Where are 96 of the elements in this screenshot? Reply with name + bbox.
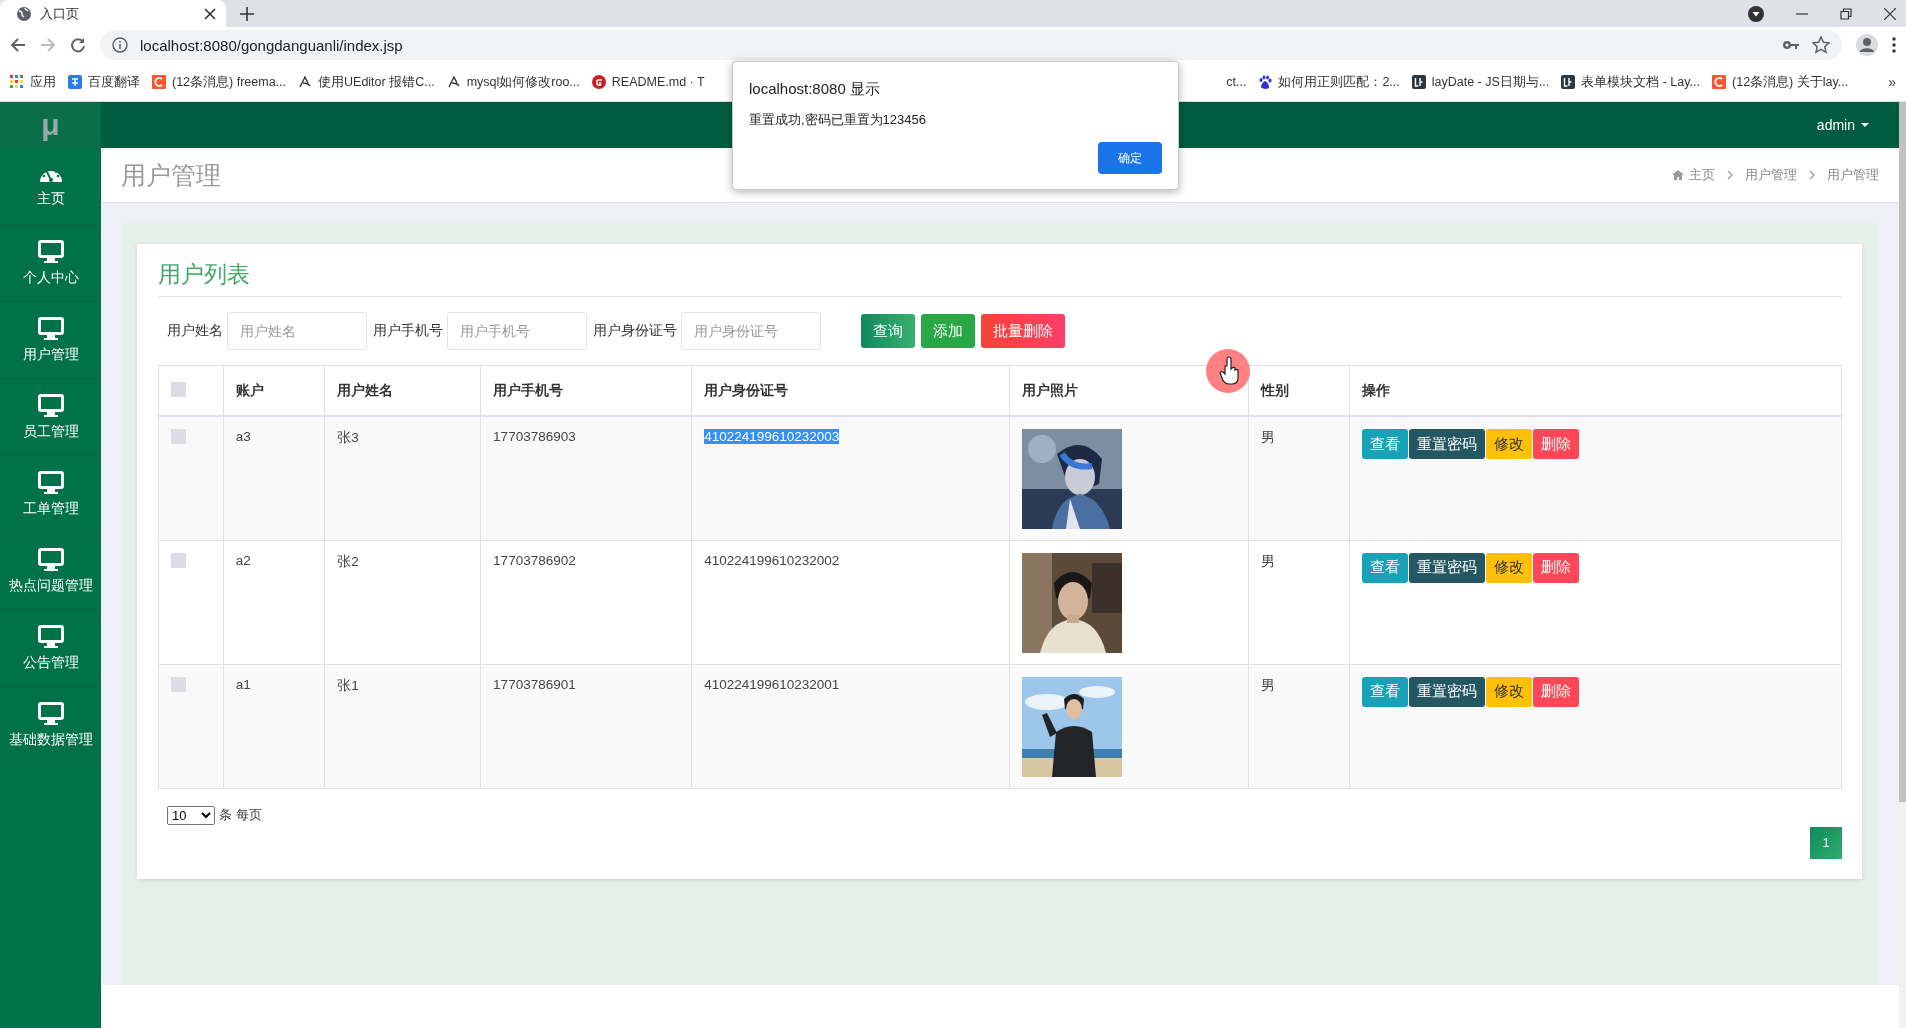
caret-icon xyxy=(1861,123,1869,127)
star-icon[interactable] xyxy=(1812,36,1830,54)
filter-label: 用户身份证号 xyxy=(593,322,677,340)
dialog-message: 重置成功,密码已重置为123456 xyxy=(749,111,927,129)
ok-button[interactable]: 确定 xyxy=(1098,142,1162,174)
translate-icon[interactable] xyxy=(68,75,82,89)
table-cell: 17703786901 xyxy=(480,664,692,788)
logo-icon[interactable] xyxy=(1561,75,1576,89)
monitor-icon xyxy=(37,547,64,571)
letter-c-icon[interactable] xyxy=(152,75,166,89)
grid-icon[interactable] xyxy=(10,75,24,89)
query-button[interactable]: 查询 xyxy=(861,314,915,348)
checkbox[interactable] xyxy=(171,552,186,568)
bookmark-link[interactable]: 应用 xyxy=(30,73,56,91)
swirl-icon[interactable] xyxy=(298,75,313,89)
table-cell: 张2 xyxy=(324,540,481,664)
bookmark-link[interactable]: 百度翻译 xyxy=(88,73,140,91)
close-icon[interactable] xyxy=(204,7,216,20)
checkbox[interactable] xyxy=(171,381,186,397)
cursor-icon xyxy=(1205,348,1251,394)
checkbox[interactable] xyxy=(171,429,186,444)
table-cell: 410224199610232001 xyxy=(704,676,840,692)
monitor-icon xyxy=(37,624,64,648)
table-cell: 男 xyxy=(1248,416,1350,540)
profile-icon[interactable] xyxy=(1856,34,1878,56)
batch-delete-button[interactable]: 批量删除 xyxy=(981,314,1065,348)
page-size-label: 条 每页 xyxy=(219,806,262,824)
bookmark-link[interactable]: (12条消息) 关于lay... xyxy=(1732,73,1849,91)
globe-icon xyxy=(16,5,32,22)
reset-password-button[interactable]: 重置密码 xyxy=(1409,552,1486,583)
filter-label: 用户手机号 xyxy=(373,322,443,340)
checkbox[interactable] xyxy=(171,676,186,692)
table-cell: a2 xyxy=(223,540,325,664)
table-cell: 男 xyxy=(1248,664,1350,788)
table-cell: 张3 xyxy=(324,416,481,540)
reload-icon[interactable] xyxy=(70,37,86,53)
table-cell: a3 xyxy=(223,416,325,540)
bookmark-link[interactable]: (12条消息) freema... xyxy=(172,73,287,91)
edit-button[interactable]: 修改 xyxy=(1486,676,1533,707)
page-size-select[interactable]: 10 xyxy=(167,805,215,825)
dialog-title: localhost:8080 显示 xyxy=(749,80,881,99)
scrollbar[interactable] xyxy=(1899,102,1906,1028)
bookmark-link[interactable]: README.md · T xyxy=(611,75,705,89)
paw-icon[interactable] xyxy=(1258,75,1273,89)
user-menu[interactable]: admin xyxy=(1816,117,1869,133)
filter-label: 用户姓名 xyxy=(167,322,223,340)
reset-password-button[interactable]: 重置密码 xyxy=(1409,429,1486,459)
swirl-icon[interactable] xyxy=(446,75,461,89)
more-bookmarks-button[interactable]: » xyxy=(1888,74,1896,90)
menu-icon[interactable] xyxy=(1892,36,1896,54)
page-title: 用户管理 xyxy=(121,159,221,191)
monitor-icon xyxy=(37,316,64,340)
address-bar[interactable]: localhost:8080/gongdanguanli/index.jsp xyxy=(100,30,1842,60)
table-cell: 17703786903 xyxy=(480,416,692,540)
bookmark-link[interactable]: 表单模块文档 - Lay... xyxy=(1581,73,1701,91)
bookmark-link[interactable]: ct... xyxy=(1226,75,1247,89)
bookmark-link[interactable]: mysql如何修改roo... xyxy=(466,73,580,91)
logo-icon[interactable] xyxy=(1411,75,1426,89)
table-cell: a1 xyxy=(223,664,325,788)
monitor-icon xyxy=(37,470,64,494)
plus-icon[interactable] xyxy=(240,6,254,21)
breadcrumb-item[interactable]: 主页 xyxy=(1672,166,1715,184)
bookmark-link[interactable]: layDate - JS日期与... xyxy=(1431,73,1550,91)
letter-c-icon[interactable] xyxy=(1712,75,1727,89)
breadcrumb-item[interactable]: 用户管理 xyxy=(1827,166,1879,184)
info-icon[interactable] xyxy=(112,37,128,53)
chevron-icon xyxy=(1727,170,1733,180)
edit-button[interactable]: 修改 xyxy=(1486,552,1533,583)
reset-password-button[interactable]: 重置密码 xyxy=(1409,676,1486,707)
selected-text: 410224199610232003 xyxy=(704,429,840,444)
search-field[interactable]: 用户姓名 xyxy=(227,312,367,350)
table-cell: 410224199610232002 xyxy=(704,552,840,568)
close-icon[interactable] xyxy=(1884,7,1896,20)
logo-icon[interactable] xyxy=(591,75,606,89)
edit-button[interactable]: 修改 xyxy=(1486,429,1533,459)
back-icon[interactable] xyxy=(10,37,26,53)
home-icon xyxy=(1672,169,1684,181)
tab-title: 入口页 xyxy=(40,4,80,23)
logo: μ xyxy=(0,102,101,148)
bookmark-link[interactable]: 如何用正则匹配：2... xyxy=(1278,73,1400,91)
breadcrumb-item[interactable]: 用户管理 xyxy=(1745,166,1797,184)
table-cell: 张1 xyxy=(324,664,481,788)
dropdown-icon[interactable] xyxy=(1748,5,1764,22)
monitor-icon xyxy=(37,393,64,417)
search-field[interactable]: 用户手机号 xyxy=(447,312,587,350)
table-cell: 男 xyxy=(1248,540,1350,664)
restore-icon[interactable] xyxy=(1840,7,1852,20)
table-cell: 17703786902 xyxy=(480,540,692,664)
search-field[interactable]: 用户身份证号 xyxy=(681,312,821,350)
card-title: 用户列表 xyxy=(158,244,1842,297)
url-text: localhost:8080/gongdanguanli/index.jsp xyxy=(140,36,403,54)
bookmark-link[interactable]: 使用UEditor 报错C... xyxy=(318,73,435,91)
browser-tab[interactable]: 入口页 xyxy=(0,0,226,27)
monitor-icon xyxy=(37,239,64,263)
chevron-icon xyxy=(1809,170,1815,180)
monitor-icon xyxy=(37,701,64,725)
